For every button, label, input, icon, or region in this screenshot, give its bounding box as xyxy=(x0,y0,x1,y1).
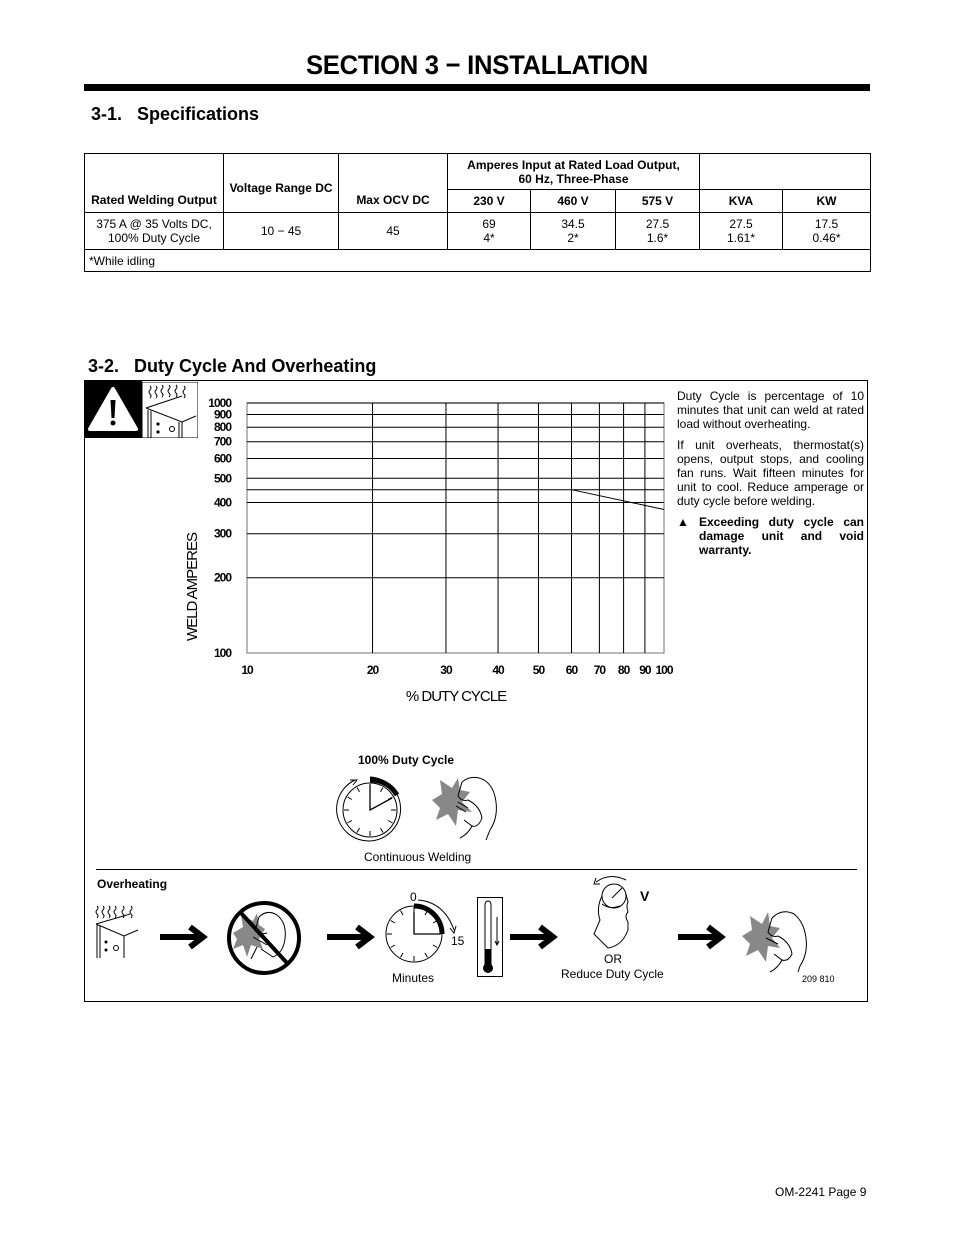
x-tick-label: 60 xyxy=(566,663,579,677)
cell-kw: 17.5 0.46* xyxy=(782,212,871,250)
y-tick-label: 100 xyxy=(214,646,232,660)
x-tick-label: 10 xyxy=(241,663,254,677)
y-tick-label: 1000 xyxy=(208,396,232,410)
y-tick-label: 700 xyxy=(214,435,232,449)
cooling-timer-icon xyxy=(385,899,457,963)
x-tick-label: 70 xyxy=(594,663,607,677)
cell-max-ocv: 45 xyxy=(338,212,448,250)
x-tick-label: 90 xyxy=(639,663,652,677)
y-tick-label: 400 xyxy=(214,495,232,509)
or-label: OR xyxy=(604,952,622,966)
timer-caption: Minutes xyxy=(392,971,435,985)
duty-cycle-description: Duty Cycle is percentage of 10 minutes t… xyxy=(677,389,864,557)
cell-230v: 69 4* xyxy=(447,212,531,250)
page-footer: OM-2241 Page 9 xyxy=(775,1185,867,1199)
warning-block xyxy=(84,380,142,438)
clock-full-cycle-icon xyxy=(336,776,402,842)
header-230v: 230 V xyxy=(447,189,531,213)
figure-number: 209 810 xyxy=(802,974,835,984)
header-rated-output: Rated Welding Output xyxy=(84,153,224,213)
y-tick-label: 500 xyxy=(214,471,232,485)
welder-active-icon xyxy=(432,776,497,841)
reduce-duty-cycle-caption: Reduce Duty Cycle xyxy=(561,967,664,981)
duty-cycle-chart: 100200300400500600700800900100010 20 30 40 5… xyxy=(184,396,675,705)
welder-resume-icon xyxy=(742,911,807,973)
section-heading-duty-cycle: 3-2. Duty Cycle And Overheating xyxy=(88,356,377,376)
hand-adjusting-knob-icon xyxy=(593,876,629,949)
voltage-knob-label: V xyxy=(640,888,650,904)
overheated-unit-icon xyxy=(95,905,139,958)
header-amperes-input: Amperes Input at Rated Load Output, 60 H… xyxy=(447,153,700,190)
warning-triangle-icon xyxy=(88,387,138,431)
section-divider xyxy=(96,869,857,870)
continuous-duty-title: 100% Duty Cycle xyxy=(358,753,455,767)
header-575v: 575 V xyxy=(615,189,700,213)
overheating-title: Overheating xyxy=(97,877,168,891)
page-title: SECTION 3 − INSTALLATION xyxy=(305,50,649,80)
warning-triangle-small-icon: ▲ xyxy=(677,515,689,529)
header-kva: KVA xyxy=(699,189,783,213)
table-footnote: *While idling xyxy=(84,249,871,272)
series-line xyxy=(571,489,665,510)
thermometer-icon xyxy=(477,897,503,977)
section-heading-specifications: 3-1. Specifications xyxy=(91,104,260,124)
overheat-explanation: If unit overheats, thermostat(s) opens, … xyxy=(677,438,864,508)
cell-kva: 27.5 1.61* xyxy=(699,212,783,250)
specifications-table: Rated Welding Output Voltage Range DC Ma… xyxy=(84,153,871,272)
header-460v: 460 V xyxy=(530,189,616,213)
cell-460v: 34.5 2* xyxy=(530,212,616,250)
header-blank xyxy=(699,153,871,190)
duty-cycle-definition: Duty Cycle is percentage of 10 minutes t… xyxy=(677,389,864,431)
arrow-right-icon xyxy=(160,924,208,950)
cell-voltage-range: 10 − 45 xyxy=(223,212,339,250)
x-tick-label: 80 xyxy=(618,663,631,677)
arrow-right-icon xyxy=(678,924,726,950)
x-tick-label: 40 xyxy=(492,663,505,677)
cell-575v: 27.5 1.6* xyxy=(615,212,700,250)
x-tick-label: 50 xyxy=(533,663,546,677)
x-tick-label: 30 xyxy=(440,663,453,677)
plot-frame xyxy=(246,402,665,654)
x-axis-label: % DUTY CYCLE xyxy=(406,688,507,705)
cell-rated-output: 375 A @ 35 Volts DC, 100% Duty Cycle xyxy=(84,212,224,250)
no-welding-icon xyxy=(227,901,301,975)
y-axis-label: WELD AMPERES xyxy=(184,532,201,641)
x-tick-label: 20 xyxy=(367,663,380,677)
title-rule xyxy=(84,84,870,91)
continuous-welding-caption: Continuous Welding xyxy=(364,850,472,864)
header-max-ocv: Max OCV DC xyxy=(338,153,448,213)
header-voltage-range: Voltage Range DC xyxy=(223,153,339,213)
x-tick-label: 100 xyxy=(655,663,673,677)
duty-cycle-warning: ▲ Exceeding duty cycle can damage unit a… xyxy=(677,515,864,557)
y-tick-label: 200 xyxy=(214,571,232,585)
header-kw: KW xyxy=(782,189,871,213)
y-tick-label: 800 xyxy=(214,420,232,434)
timer-end-label: 15 xyxy=(451,934,465,948)
arrow-right-icon xyxy=(327,924,375,950)
y-tick-label: 600 xyxy=(214,451,232,465)
arrow-right-icon xyxy=(510,924,558,950)
y-tick-label: 300 xyxy=(214,527,232,541)
